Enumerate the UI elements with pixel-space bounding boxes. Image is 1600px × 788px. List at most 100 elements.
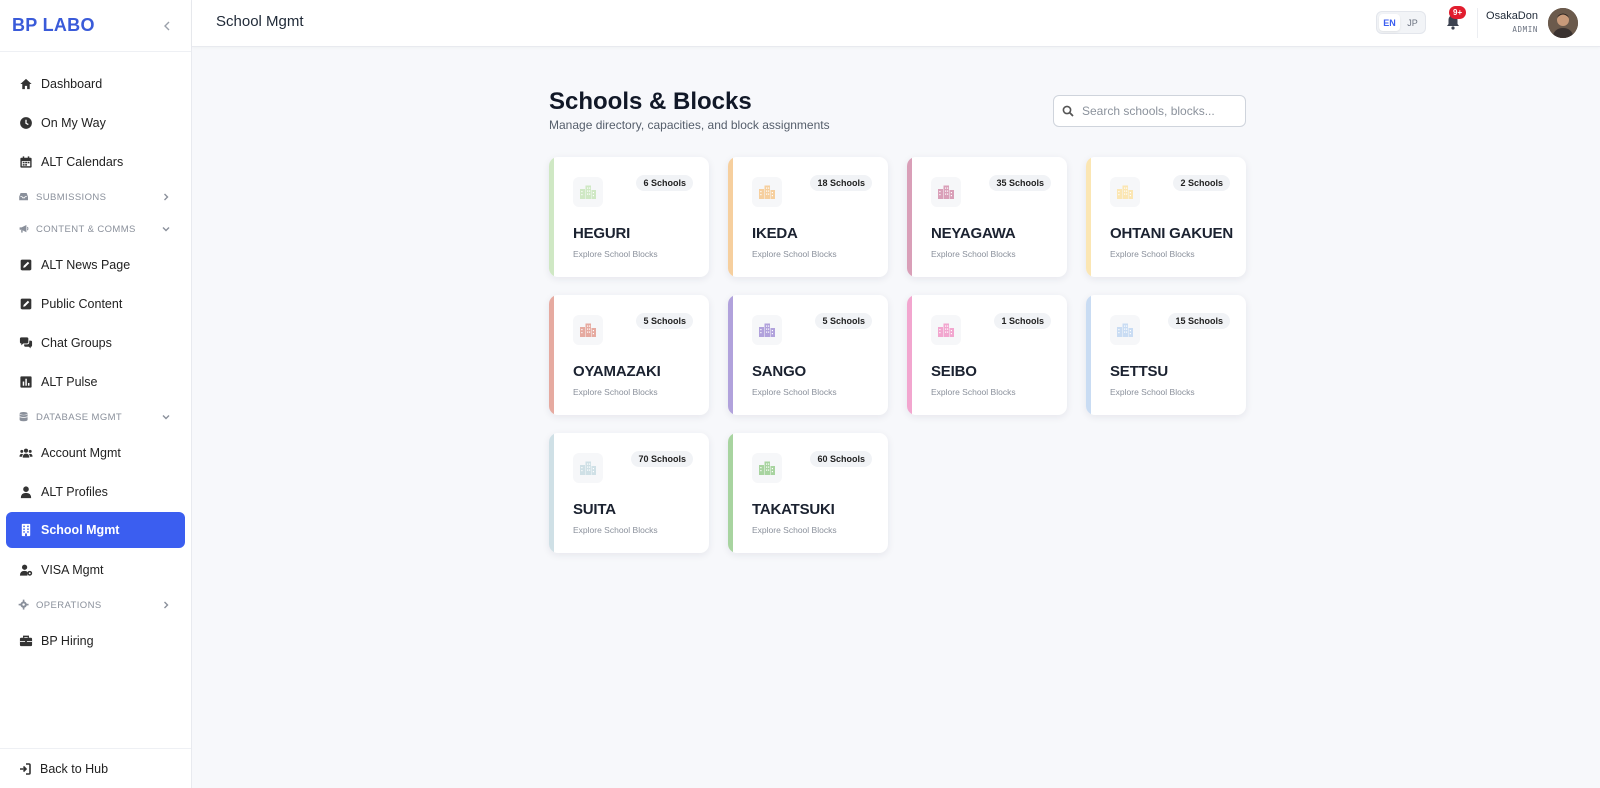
edit-icon — [20, 259, 31, 270]
block-name: SANGO — [752, 363, 807, 380]
sidebar-item-alt-pulse[interactable]: ALT Pulse — [6, 362, 185, 401]
clock-icon — [19, 116, 32, 129]
school-count-badge: 6 Schools — [636, 175, 693, 191]
card-icon-box — [752, 315, 782, 345]
gear-icon — [18, 599, 30, 611]
top-header: School Mgmt EN JP 9+ OsakaDon ADMIN — [192, 0, 1600, 47]
notification-badge: 9+ — [1449, 6, 1467, 19]
megaphone-icon — [19, 225, 29, 233]
briefcase-icon — [19, 635, 32, 646]
city-icon — [1117, 323, 1133, 337]
sidebar-item-account-mgmt[interactable]: Account Mgmt — [6, 433, 185, 472]
card-icon-box — [573, 453, 603, 483]
sidebar-item-dashboard[interactable]: Dashboard — [6, 64, 185, 103]
explore-blocks-link[interactable]: Explore School Blocks — [573, 387, 658, 397]
card-accent-bar — [549, 433, 554, 553]
section-chevron — [161, 412, 171, 422]
database-icon — [18, 411, 30, 423]
card-accent-bar — [549, 295, 554, 415]
block-name: SETTSU — [1110, 363, 1168, 380]
brand-logo[interactable]: BP LABO — [12, 15, 95, 36]
sidebar-item-label: ALT Profiles — [41, 484, 108, 499]
user-role: ADMIN — [1512, 25, 1538, 34]
card-icon-box — [573, 177, 603, 207]
school-count-badge: 15 Schools — [1168, 313, 1230, 329]
clock-icon — [18, 115, 33, 130]
sidebar-item-label: ALT Pulse — [41, 374, 98, 389]
card-accent-bar — [728, 295, 733, 415]
school-card[interactable]: 2 Schools OHTANI GAKUEN Explore School Blo… — [1086, 157, 1246, 277]
sidebar-item-visa-mgmt[interactable]: VISA Mgmt — [6, 550, 185, 589]
sidebar-section-label: DATABASE MGMT — [36, 411, 123, 423]
explore-blocks-link[interactable]: Explore School Blocks — [931, 249, 1016, 259]
sidebar-item-on-my-way[interactable]: On My Way — [6, 103, 185, 142]
explore-blocks-link[interactable]: Explore School Blocks — [931, 387, 1016, 397]
school-count-badge: 5 Schools — [815, 313, 872, 329]
sidebar-item-bp-hiring[interactable]: BP Hiring — [6, 621, 185, 660]
sidebar-section-submissions[interactable]: SUBMISSIONS — [6, 181, 185, 213]
school-card[interactable]: 18 Schools IKEDA Explore School Blocks — [728, 157, 888, 277]
city-icon — [759, 323, 775, 337]
lang-jp-button[interactable]: JP — [1402, 14, 1423, 31]
explore-blocks-link[interactable]: Explore School Blocks — [752, 525, 837, 535]
user-name[interactable]: OsakaDon — [1486, 10, 1538, 22]
avatar[interactable] — [1548, 8, 1578, 38]
explore-blocks-link[interactable]: Explore School Blocks — [752, 387, 837, 397]
sidebar-section-label: SUBMISSIONS — [36, 191, 107, 203]
card-accent-bar — [907, 295, 912, 415]
search-input[interactable] — [1082, 104, 1232, 118]
back-to-hub-label: Back to Hub — [40, 761, 109, 776]
sidebar-item-label: School Mgmt — [41, 523, 120, 537]
school-count-badge: 18 Schools — [810, 175, 872, 191]
lang-en-button[interactable]: EN — [1379, 14, 1400, 31]
explore-blocks-link[interactable]: Explore School Blocks — [573, 249, 658, 259]
sidebar-item-chat-groups[interactable]: Chat Groups — [6, 323, 185, 362]
school-card[interactable]: 5 Schools OYAMAZAKI Explore School Blocks — [549, 295, 709, 415]
sidebar-item-label: BP Hiring — [41, 633, 94, 648]
sidebar-item-alt-calendars[interactable]: ALT Calendars — [6, 142, 185, 181]
building-icon — [18, 523, 33, 538]
school-card[interactable]: 35 Schools NEYAGAWA Explore School Blocks — [907, 157, 1067, 277]
school-card[interactable]: 70 Schools SUITA Explore School Blocks — [549, 433, 709, 553]
sidebar-section-operations[interactable]: OPERATIONS — [6, 589, 185, 621]
school-card[interactable]: 1 Schools SEIBO Explore School Blocks — [907, 295, 1067, 415]
block-name: SUITA — [573, 501, 616, 518]
city-icon — [580, 461, 596, 475]
card-accent-bar — [1086, 295, 1091, 415]
school-card[interactable]: 60 Schools TAKATSUKI Explore School Blocks — [728, 433, 888, 553]
sidebar-item-alt-profiles[interactable]: ALT Profiles — [6, 472, 185, 511]
city-icon — [580, 323, 596, 337]
sidebar-item-public-content[interactable]: Public Content — [6, 284, 185, 323]
search-box — [1053, 95, 1246, 127]
explore-blocks-link[interactable]: Explore School Blocks — [752, 249, 837, 259]
sidebar-item-school-mgmt[interactable]: School Mgmt — [6, 512, 185, 548]
user-icon — [18, 484, 33, 499]
inbox-icon — [19, 193, 28, 201]
user-icon — [20, 485, 31, 498]
sidebar-section-content-comms[interactable]: CONTENT & COMMS — [6, 213, 185, 245]
chevron-right-icon — [164, 601, 169, 609]
page-heading: Schools & Blocks Manage directory, capac… — [549, 88, 830, 132]
card-icon-box — [752, 177, 782, 207]
school-card[interactable]: 5 Schools SANGO Explore School Blocks — [728, 295, 888, 415]
explore-blocks-link[interactable]: Explore School Blocks — [1110, 387, 1195, 397]
sidebar-item-alt-news-page[interactable]: ALT News Page — [6, 245, 185, 284]
back-to-hub-button[interactable]: Back to Hub — [0, 748, 191, 788]
language-toggle: EN JP — [1376, 11, 1426, 34]
explore-blocks-link[interactable]: Explore School Blocks — [1110, 249, 1195, 259]
sign-in-icon — [20, 762, 31, 775]
school-card[interactable]: 15 Schools SETTSU Explore School Blocks — [1086, 295, 1246, 415]
user-photo-icon — [1548, 8, 1578, 38]
user-gear-icon — [19, 564, 32, 576]
card-accent-bar — [1086, 157, 1091, 277]
explore-blocks-link[interactable]: Explore School Blocks — [573, 525, 658, 535]
school-card[interactable]: 6 Schools HEGURI Explore School Blocks — [549, 157, 709, 277]
sidebar-section-label: OPERATIONS — [36, 599, 102, 611]
section-chevron — [161, 224, 171, 234]
header-divider — [1477, 8, 1478, 38]
sidebar-section-database-mgmt[interactable]: DATABASE MGMT — [6, 401, 185, 433]
sidebar-item-label: ALT News Page — [41, 257, 131, 272]
collapse-sidebar-button[interactable] — [159, 18, 175, 34]
card-accent-bar — [728, 157, 733, 277]
city-icon — [759, 185, 775, 199]
